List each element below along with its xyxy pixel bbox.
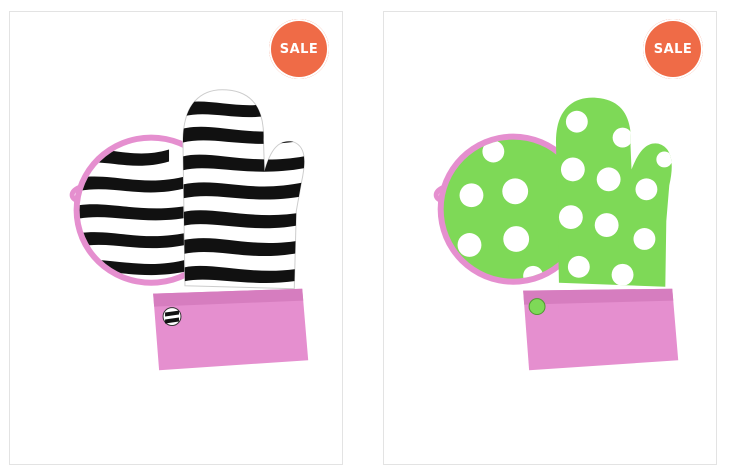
product-card-polka-dot[interactable]: SALE <box>383 11 717 465</box>
product-card-zebra[interactable]: SALE <box>9 11 343 465</box>
polka-dot-oven-mitt-set-image[interactable] <box>384 12 716 464</box>
zebra-oven-mitt-set-image[interactable] <box>10 12 342 464</box>
sale-badge: SALE <box>269 19 329 79</box>
sale-badge: SALE <box>643 19 703 79</box>
